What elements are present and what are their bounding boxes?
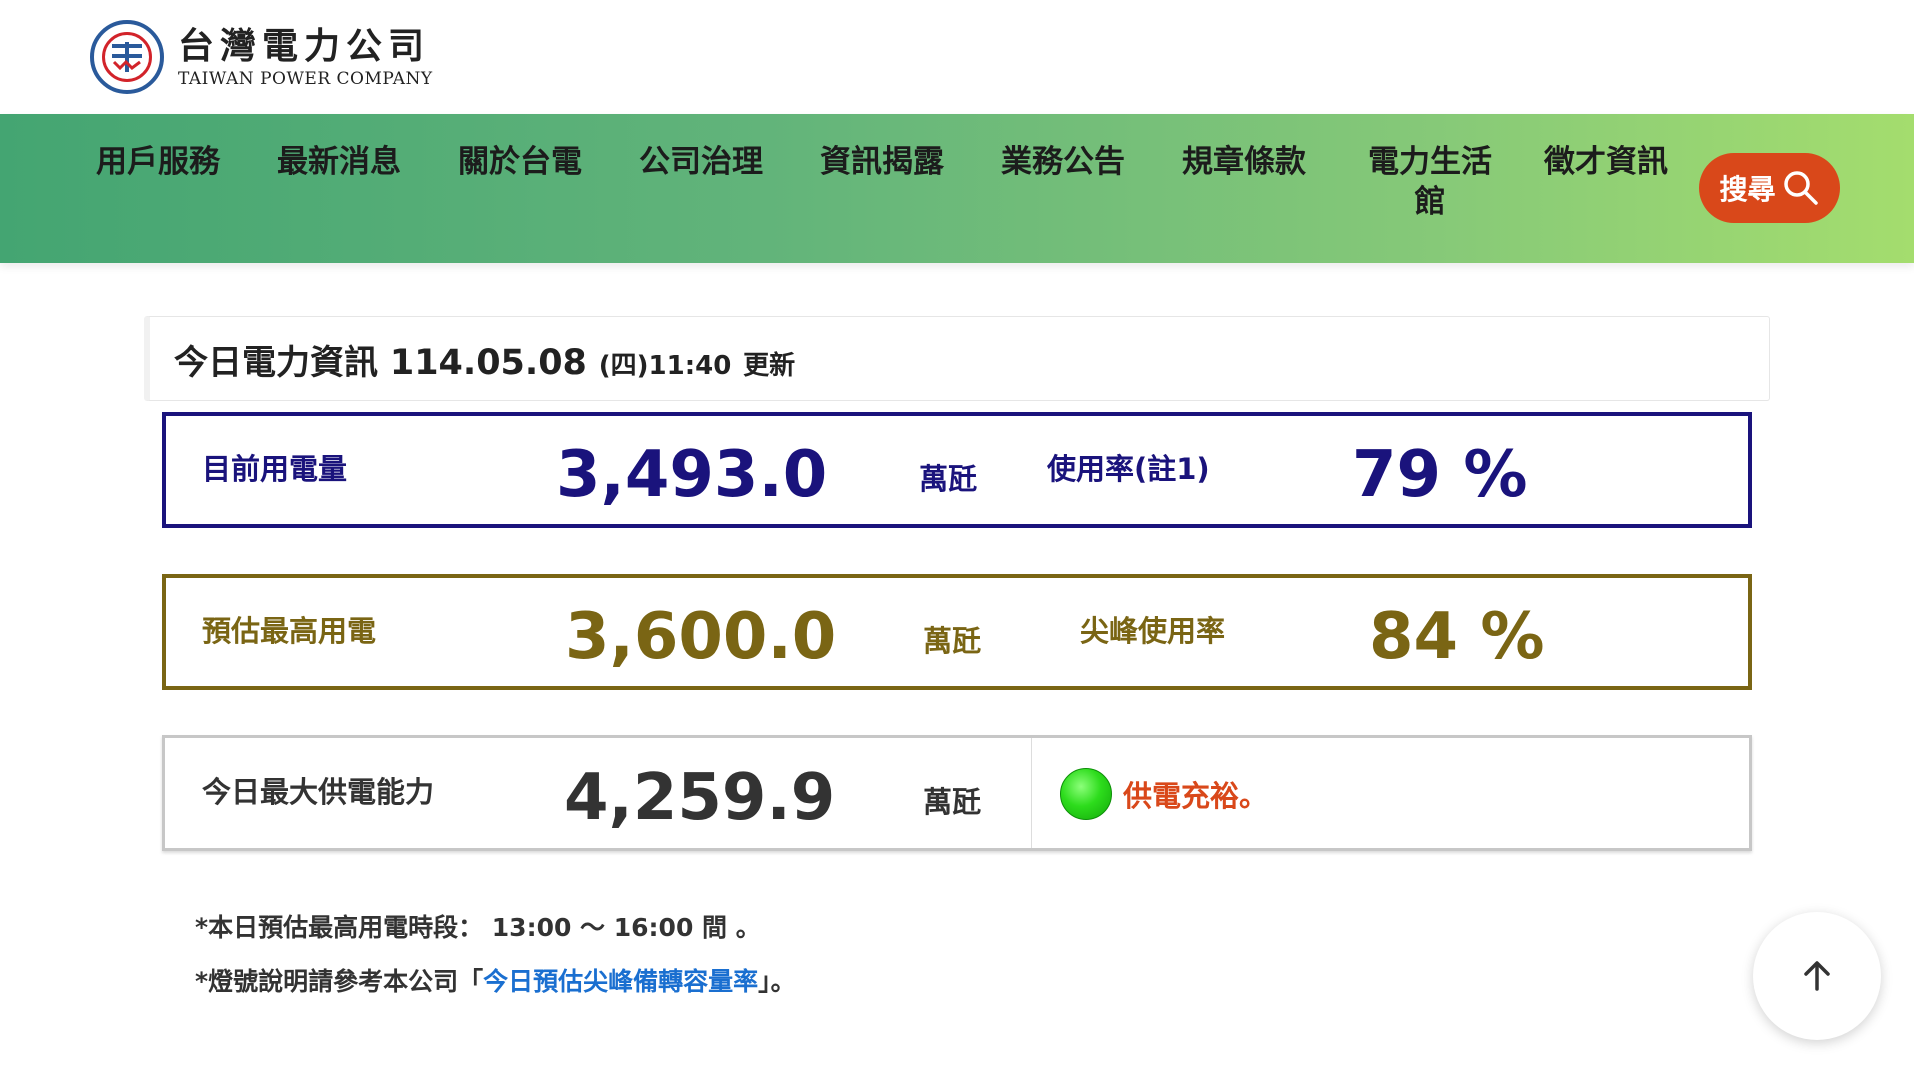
peak-rate-label: 尖峰使用率 bbox=[1080, 614, 1226, 648]
current-load-unit: 萬瓩 bbox=[919, 462, 978, 496]
search-icon bbox=[1783, 171, 1818, 205]
current-load-label: 目前用電量 bbox=[202, 452, 348, 486]
max-capacity-label: 今日最大供電能力 bbox=[202, 775, 435, 809]
site-header: 台灣電力公司 TAIWAN POWER COMPANY bbox=[0, 0, 1914, 114]
main-nav: 用戶服務 最新消息 關於台電 公司治理 資訊揭露 業務公告 規章條款 電力生活館… bbox=[0, 114, 1914, 263]
info-update-label: 更新 bbox=[743, 351, 796, 381]
current-load-box: 目前用電量 3,493.0 萬瓩 使用率(註1) 79 % bbox=[162, 412, 1752, 528]
search-button[interactable]: 搜尋 bbox=[1699, 153, 1840, 223]
nav-item-careers[interactable]: 徵才資訊 bbox=[1544, 142, 1678, 222]
nav-item-power-life[interactable]: 電力生活館 bbox=[1363, 142, 1497, 222]
company-logo[interactable]: 台灣電力公司 TAIWAN POWER COMPANY bbox=[90, 20, 433, 94]
max-capacity-box: 今日最大供電能力 4,259.9 萬瓩 供電充裕。 bbox=[162, 735, 1752, 851]
forecast-peak-value: 3,600.0 bbox=[565, 600, 837, 674]
info-time: 11:40 bbox=[648, 351, 732, 381]
supply-status-lamp-icon bbox=[1060, 768, 1112, 820]
max-capacity-value: 4,259.9 bbox=[564, 761, 836, 835]
nav-item-customer-service[interactable]: 用戶服務 bbox=[96, 142, 230, 222]
logo-emblem-icon bbox=[90, 20, 164, 94]
nav-item-regulations[interactable]: 規章條款 bbox=[1182, 142, 1316, 222]
lamp-explanation-note: *燈號說明請參考本公司「今日預估尖峰備轉容量率」。 bbox=[195, 967, 796, 996]
nav-item-about[interactable]: 關於台電 bbox=[458, 142, 592, 222]
forecast-peak-label: 預估最高用電 bbox=[202, 614, 377, 648]
nav-item-governance[interactable]: 公司治理 bbox=[639, 142, 773, 222]
capacity-divider bbox=[1031, 738, 1032, 848]
power-info-header: 今日電力資訊 114.05.08 (四)11:40 更新 bbox=[144, 316, 1770, 401]
peak-period-note: *本日預估最高用電時段： 13:00 ～ 16:00 間 。 bbox=[195, 913, 761, 942]
arrow-up-icon bbox=[1804, 961, 1830, 991]
info-weekday: (四) bbox=[598, 351, 649, 381]
max-capacity-unit: 萬瓩 bbox=[923, 785, 982, 819]
power-info-title: 今日電力資訊 114.05.08 (四)11:40 更新 bbox=[174, 343, 796, 383]
current-load-value: 3,493.0 bbox=[556, 438, 828, 512]
usage-rate-label[interactable]: 使用率(註1) bbox=[1047, 446, 1210, 488]
reserve-margin-link[interactable]: 今日預估尖峰備轉容量率 bbox=[483, 967, 758, 996]
nav-item-announcements[interactable]: 業務公告 bbox=[1001, 142, 1135, 222]
logo-english-name: TAIWAN POWER COMPANY bbox=[178, 69, 433, 89]
forecast-peak-unit: 萬瓩 bbox=[923, 624, 982, 658]
info-date: 114.05.08 bbox=[389, 343, 587, 383]
logo-chinese-name: 台灣電力公司 bbox=[178, 25, 431, 67]
forecast-peak-box: 預估最高用電 3,600.0 萬瓩 尖峰使用率 84 % bbox=[162, 574, 1752, 690]
usage-rate-value: 79 % bbox=[1352, 438, 1528, 512]
peak-rate-value: 84 % bbox=[1369, 600, 1545, 674]
nav-item-news[interactable]: 最新消息 bbox=[277, 142, 411, 222]
nav-item-disclosure[interactable]: 資訊揭露 bbox=[820, 142, 954, 222]
search-button-label: 搜尋 bbox=[1719, 173, 1776, 206]
supply-status-text: 供電充裕。 bbox=[1123, 779, 1269, 813]
back-to-top-button[interactable] bbox=[1753, 912, 1881, 1040]
